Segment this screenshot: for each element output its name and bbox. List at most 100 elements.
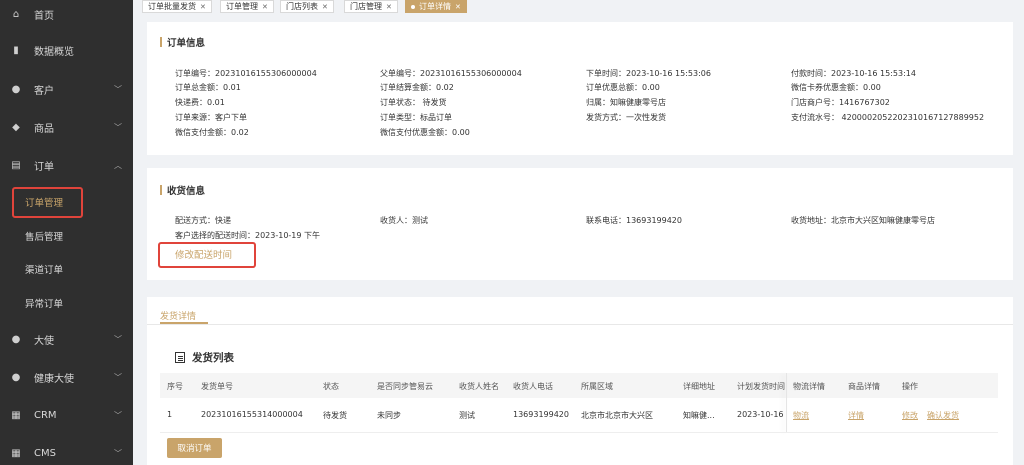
chevron-down-icon: ﹀	[114, 372, 122, 382]
order-discount: 订单优惠总额：0.00	[586, 83, 660, 92]
shipment-list-title: 发货列表	[175, 350, 234, 365]
cell-address: 知嘛健...	[683, 411, 715, 420]
col-ship-no: 发货单号	[201, 382, 233, 391]
order-info-title: 订单信息	[160, 35, 205, 49]
close-icon[interactable]: ✕	[262, 3, 268, 11]
tab-batch-ship[interactable]: 订单批量发货 ✕	[142, 0, 212, 13]
col-address: 详细地址	[683, 382, 715, 391]
bar-chart-icon: ▮	[13, 44, 19, 56]
cell-plan-time: 2023-10-16 1	[737, 410, 785, 419]
grid-icon: ▦	[11, 447, 21, 459]
sub-channel-order[interactable]: 渠道订单	[0, 256, 133, 282]
user-icon: ●	[11, 83, 21, 95]
merchant-no: 门店商户号：1416767302	[791, 98, 890, 107]
pay-time: 付款时间：2023-10-16 15:53:14	[791, 69, 916, 78]
order-status: 订单状态： 待发货	[380, 98, 447, 107]
chevron-down-icon: ﹀	[114, 334, 122, 344]
shipping-fee: 快递费：0.01	[175, 98, 225, 107]
sub-after-sale[interactable]: 售后管理	[0, 223, 133, 249]
cell-receiver-phone: 13693199420	[513, 410, 569, 419]
receiver-name: 收货人：测试	[380, 216, 428, 225]
order-settle: 订单结算金额：0.02	[380, 83, 454, 92]
chevron-down-icon: ﹀	[114, 84, 122, 94]
tab-label: 订单管理	[226, 2, 258, 11]
order-source: 订单来源：客户下单	[175, 113, 247, 122]
wx-paid-discount: 微信支付优惠金额：0.00	[380, 128, 470, 137]
tab-label: 订单详情	[419, 2, 451, 11]
nav-home[interactable]: ⌂ 首页	[0, 0, 133, 28]
sub-label: 异常订单	[25, 299, 64, 310]
chosen-delivery-time: 客户选择的配送时间：2023-10-19 下午	[175, 231, 321, 240]
tab-label: 门店列表	[286, 2, 318, 11]
section-title-text: 收货信息	[167, 186, 206, 197]
col-receiver-phone: 收货人电话	[513, 382, 553, 391]
order-time: 下单时间：2023-10-16 15:53:06	[586, 69, 711, 78]
grid-icon: ▦	[11, 409, 21, 421]
receiver-phone: 联系电话：13693199420	[586, 216, 682, 225]
cancel-order-button[interactable]: 取消订单	[167, 438, 222, 458]
tab-order-manage[interactable]: 订单管理 ✕	[220, 0, 274, 13]
tab-label: 订单批量发货	[148, 2, 196, 11]
nav-label: CRM	[34, 409, 57, 421]
nav-label: 客户	[34, 85, 54, 97]
col-plan-time: 计划发货时间	[737, 382, 785, 391]
nav-customer[interactable]: ● 客户 ﹀	[0, 75, 133, 103]
edit-link[interactable]: 修改	[902, 410, 918, 421]
order-manage-highlight	[12, 187, 83, 218]
nav-label: 订单	[34, 161, 54, 173]
close-icon[interactable]: ✕	[455, 3, 461, 11]
nav-label: CMS	[34, 447, 56, 459]
user-icon: ●	[11, 333, 21, 345]
confirm-ship-link[interactable]: 确认发货	[927, 410, 959, 421]
logistics-link[interactable]: 物流	[793, 410, 809, 421]
tab-store-list[interactable]: 门店列表 ✕	[280, 0, 334, 13]
col-region: 所属区域	[581, 382, 613, 391]
tab-shipment-detail[interactable]: 发货详情	[160, 309, 196, 322]
receiver-title: 收货信息	[160, 183, 205, 197]
nav-health-ambassador[interactable]: ● 健康大使 ﹀	[0, 363, 133, 391]
nav-data-overview[interactable]: ▮ 数据概览	[0, 36, 133, 64]
divider	[147, 324, 1013, 325]
order-type: 订单类型：标品订单	[380, 113, 452, 122]
order-info-card: 订单信息	[147, 22, 1013, 155]
nav-goods[interactable]: ◆ 商品 ﹀	[0, 113, 133, 141]
home-icon: ⌂	[12, 8, 20, 20]
nav-ambassador[interactable]: ● 大使 ﹀	[0, 325, 133, 353]
sub-abnormal-order[interactable]: 异常订单	[0, 290, 133, 316]
nav-crm[interactable]: ▦ CRM ﹀	[0, 401, 133, 429]
order-no: 订单编号：20231016155306000004	[175, 69, 317, 78]
chevron-down-icon: ﹀	[114, 122, 122, 132]
order-total: 订单总金额：0.01	[175, 83, 241, 92]
clipboard-icon: ▤	[11, 159, 21, 171]
close-icon[interactable]: ✕	[386, 3, 392, 11]
diamond-icon: ◆	[12, 121, 20, 133]
cell-region: 北京市北京市大兴区	[581, 411, 653, 420]
tab-order-detail[interactable]: 订单详情 ✕	[405, 0, 467, 13]
nav-order[interactable]: ▤ 订单 ︿	[0, 151, 133, 179]
cell-synced: 未同步	[377, 411, 401, 420]
nav-cms[interactable]: ▦ CMS ﹀	[0, 439, 133, 465]
section-bar	[160, 185, 162, 195]
row-divider	[160, 432, 998, 433]
user-icon: ●	[11, 371, 21, 383]
cell-receiver-name: 测试	[459, 411, 475, 420]
wx-coupon: 微信卡券优惠金额：0.00	[791, 83, 881, 92]
order-belong: 归属：知嘛健康零号店	[586, 98, 666, 107]
fixed-column-shadow	[786, 373, 787, 433]
sub-label: 售后管理	[25, 232, 64, 243]
sidebar: ⌂ 首页 ▮ 数据概览 ● 客户 ﹀ ◆ 商品 ﹀ ▤ 订单 ︿ 订单管理 售后…	[0, 0, 133, 465]
list-title-text: 发货列表	[192, 352, 234, 364]
tab-label: 门店管理	[350, 2, 382, 11]
col-synced: 是否同步管易云	[377, 382, 433, 391]
delivery-method: 配送方式：快递	[175, 216, 231, 225]
active-dot-icon	[411, 4, 415, 9]
close-icon[interactable]: ✕	[322, 3, 328, 11]
col-actions: 操作	[902, 382, 918, 391]
nav-label: 数据概览	[34, 46, 74, 58]
nav-label: 大使	[34, 335, 54, 347]
receiver-address: 收货地址：北京市大兴区知嘛健康零号店	[791, 216, 935, 225]
sub-label: 渠道订单	[25, 265, 64, 276]
tab-store-manage[interactable]: 门店管理 ✕	[344, 0, 398, 13]
close-icon[interactable]: ✕	[200, 3, 206, 11]
goods-detail-link[interactable]: 详情	[848, 410, 864, 421]
